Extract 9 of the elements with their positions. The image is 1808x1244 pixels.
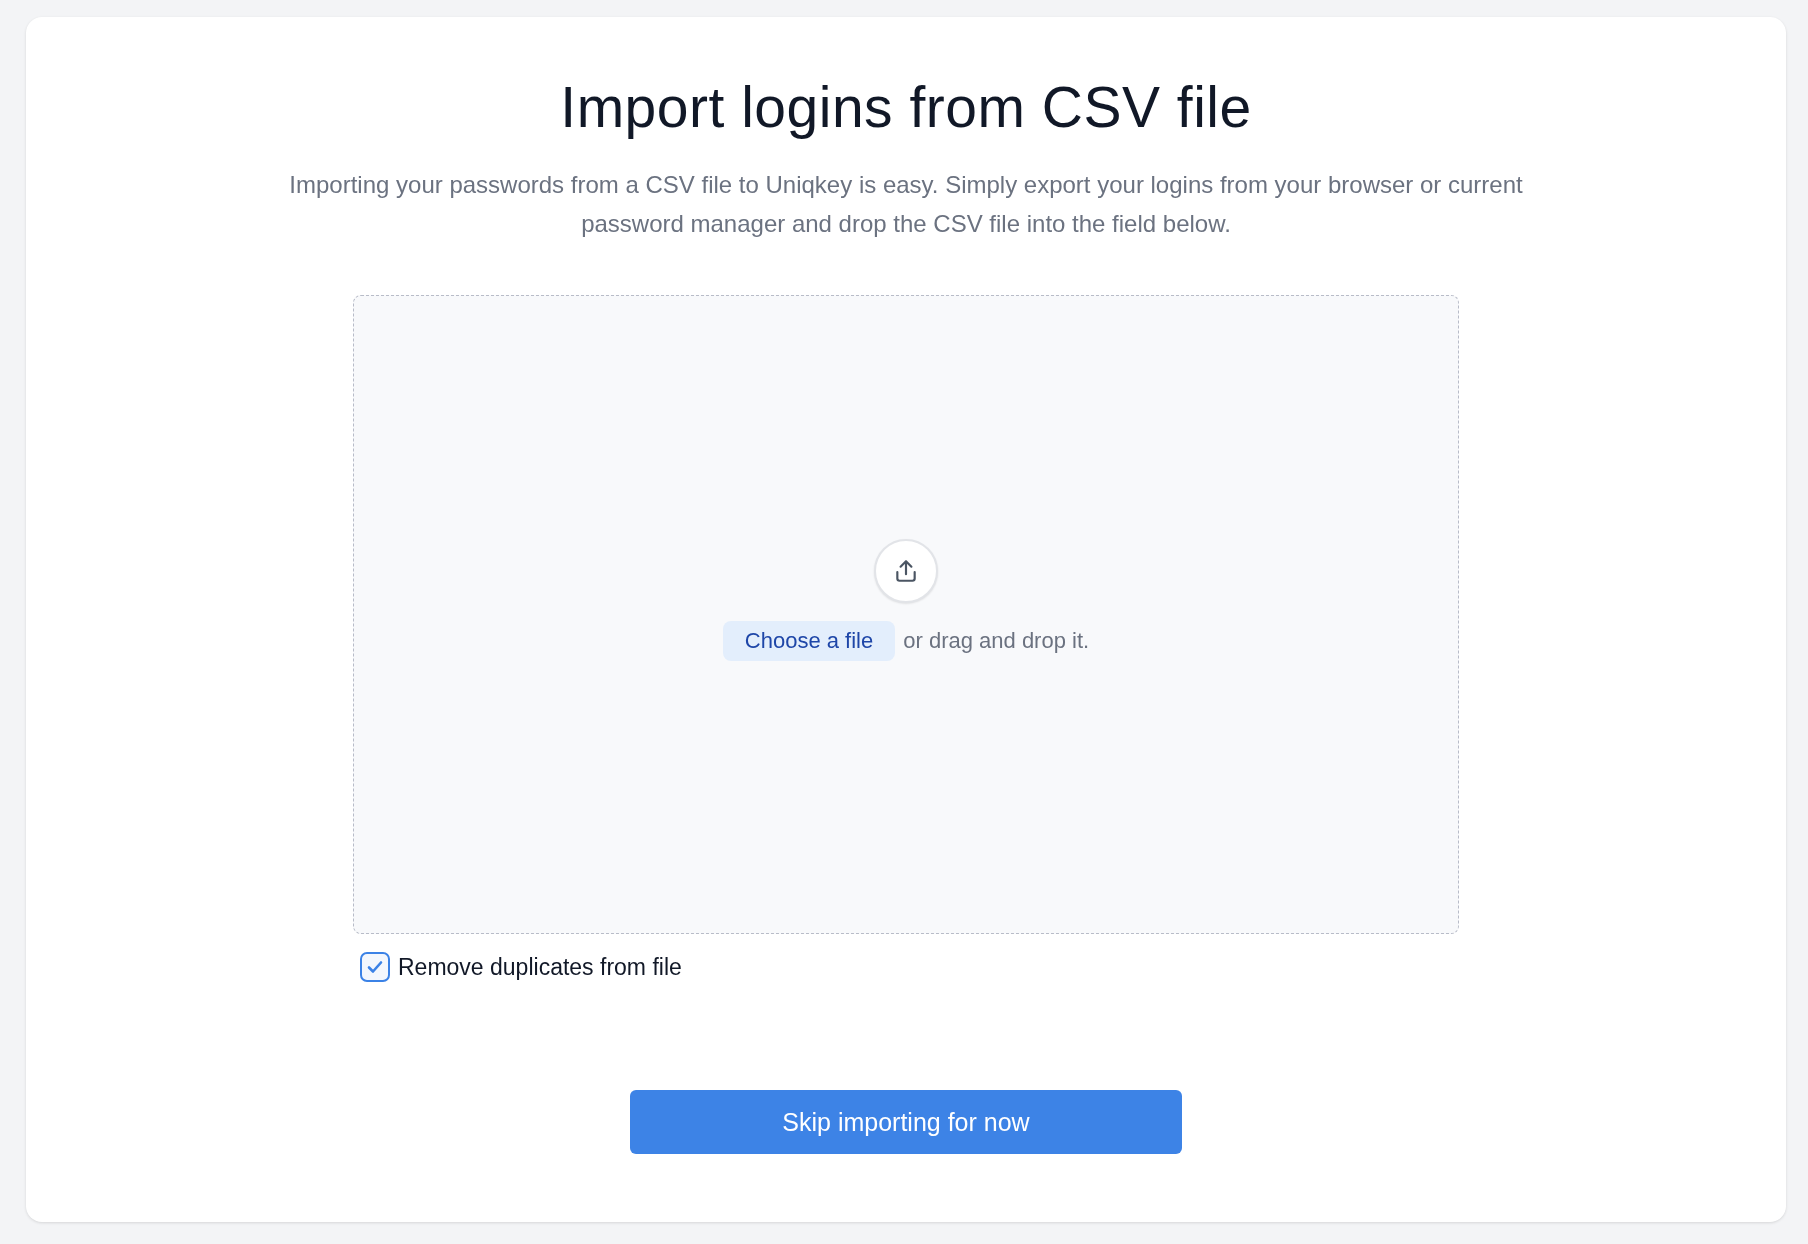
page-title: Import logins from CSV file: [560, 74, 1252, 141]
drop-hint: or drag and drop it.: [903, 627, 1090, 654]
description: Importing your passwords from a CSV file to Uniqkey is easy. Simply export your logins from your browser or current password manager and drop the CSV file into the field below.: [288, 170, 1524, 239]
drop-zone[interactable]: Choose a file or drag and drop it.: [353, 295, 1459, 934]
checkbox-label[interactable]: Remove duplicates from file: [398, 953, 682, 981]
skip-button[interactable]: Skip importing for now: [630, 1090, 1182, 1154]
upload-icon: [874, 538, 938, 603]
choose-file-button[interactable]: Choose a file: [722, 620, 896, 661]
checkbox[interactable]: [360, 952, 390, 982]
